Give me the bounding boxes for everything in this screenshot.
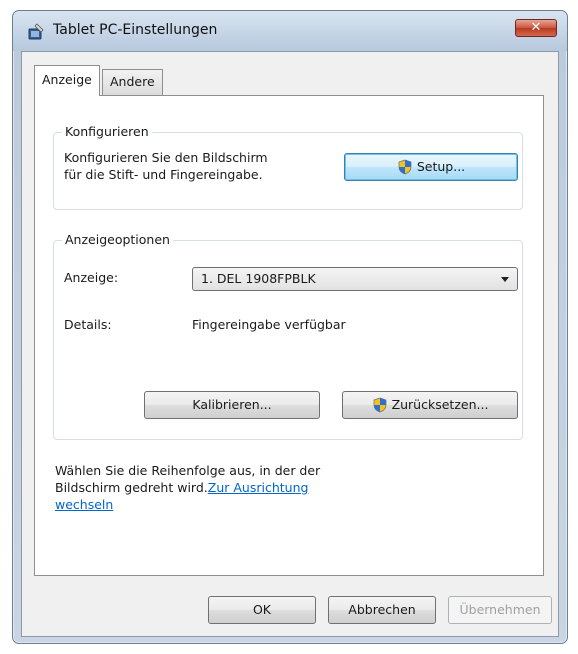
display-options-group: Anzeigeoptionen Anzeige: 1. DEL 1908FPBL… <box>53 232 523 440</box>
cancel-button-label: Abbrechen <box>348 602 416 617</box>
ok-button[interactable]: OK <box>208 596 316 624</box>
orientation-link[interactable]: Zur Ausrichtung <box>208 480 309 495</box>
title-bar[interactable]: Tablet PC-Einstellungen ✕ <box>13 11 567 51</box>
window-title: Tablet PC-Einstellungen <box>53 22 218 38</box>
display-select-value: 1. DEL 1908FPBLK <box>201 271 316 286</box>
cancel-button[interactable]: Abbrechen <box>328 596 436 624</box>
uac-shield-icon <box>373 397 386 413</box>
calibrate-button-label: Kalibrieren... <box>192 397 272 412</box>
dialog-window: Tablet PC-Einstellungen ✕ Anzeige Andere… <box>12 10 568 644</box>
calibrate-button[interactable]: Kalibrieren... <box>144 391 320 419</box>
orientation-text-line2: Bildschirm gedreht wird.Zur Ausrichtung <box>55 479 308 496</box>
details-value: Fingereingabe verfügbar <box>192 317 346 332</box>
reset-button-label: Zurücksetzen... <box>391 397 489 412</box>
tablet-pen-icon <box>28 23 44 40</box>
orientation-text-line1: Wählen Sie die Reihenfolge aus, in der d… <box>55 463 321 478</box>
setup-button[interactable]: Setup... <box>344 153 518 181</box>
apply-button[interactable]: Übernehmen <box>448 596 552 624</box>
orientation-text-prefix: Bildschirm gedreht wird. <box>55 480 208 495</box>
display-label: Anzeige: <box>64 270 119 285</box>
tab-panel-anzeige: Konfigurieren Konfigurieren Sie den Bild… <box>34 95 544 576</box>
setup-button-label: Setup... <box>416 159 466 174</box>
ok-button-label: OK <box>252 602 272 617</box>
reset-button[interactable]: Zurücksetzen... <box>342 391 518 419</box>
tab-andere[interactable]: Andere <box>102 69 163 95</box>
display-select[interactable]: 1. DEL 1908FPBLK <box>192 267 518 291</box>
apply-button-label: Übernehmen <box>459 602 541 617</box>
details-label: Details: <box>64 317 112 332</box>
configure-group-title: Konfigurieren <box>62 124 152 139</box>
configure-group: Konfigurieren Konfigurieren Sie den Bild… <box>53 124 523 210</box>
display-options-group-title: Anzeigeoptionen <box>62 232 173 247</box>
tab-anzeige[interactable]: Anzeige <box>34 65 100 96</box>
dialog-client-area: Anzeige Andere Konfigurieren Konfigurier… <box>21 51 559 637</box>
uac-shield-icon <box>398 159 412 175</box>
orientation-link-continued[interactable]: wechseln <box>55 496 113 513</box>
chevron-down-icon <box>501 277 509 282</box>
configure-description-line2: für die Stift- und Fingereingabe. <box>64 167 263 182</box>
close-button[interactable]: ✕ <box>515 19 557 37</box>
configure-description-line1: Konfigurieren Sie den Bildschirm <box>64 150 268 165</box>
